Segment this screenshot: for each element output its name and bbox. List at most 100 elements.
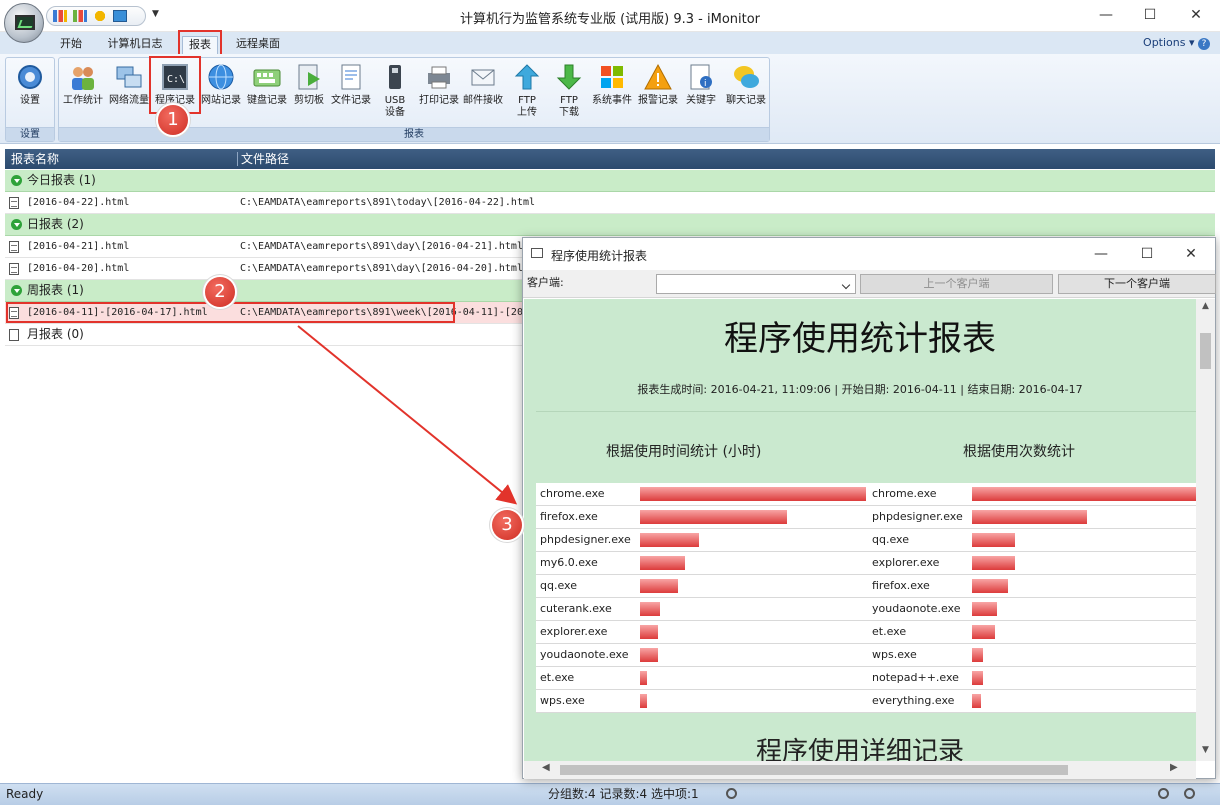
keyboard-icon bbox=[253, 69, 281, 87]
report-content[interactable]: 程序使用统计报表 报表生成时间: 2016-04-21, 11:09:06 | … bbox=[524, 299, 1196, 761]
popup-close-button[interactable]: ✕ bbox=[1169, 243, 1213, 265]
print-records-button[interactable]: 打印记录 bbox=[417, 62, 461, 107]
time-chart-heading: 根据使用时间统计 (小时) bbox=[606, 444, 762, 460]
options-menu[interactable]: Options ▾ ? bbox=[1143, 36, 1210, 50]
users-icon bbox=[72, 67, 94, 90]
file-records-label: 文件记录 bbox=[331, 95, 371, 106]
app-menu-button[interactable] bbox=[4, 3, 44, 43]
website-records-button[interactable]: 网站记录 bbox=[199, 62, 243, 107]
chart-row: firefox.exe bbox=[868, 575, 1196, 598]
chart-category-label: explorer.exe bbox=[872, 556, 940, 569]
chart-bar bbox=[640, 487, 866, 501]
chart-row: et.exe bbox=[536, 667, 869, 690]
chart-bar bbox=[972, 533, 1015, 547]
chart-bar bbox=[640, 579, 678, 593]
alarm-records-button[interactable]: 报警记录 bbox=[635, 62, 681, 107]
file-records-button[interactable]: 文件记录 bbox=[329, 62, 373, 107]
title-bar: ▼ 计算机行为监管系统专业版 (试用版) 9.3 - iMonitor — ☐ … bbox=[0, 0, 1220, 32]
close-button[interactable]: ✕ bbox=[1173, 4, 1219, 26]
chart-row: explorer.exe bbox=[868, 552, 1196, 575]
tab-remote-desktop[interactable]: 远程桌面 bbox=[230, 36, 286, 54]
minimize-button[interactable]: — bbox=[1083, 4, 1129, 26]
report-window-title-bar: 程序使用统计报表 — ☐ ✕ bbox=[523, 238, 1215, 270]
network-traffic-button[interactable]: 网络流量 bbox=[107, 62, 151, 107]
collapse-icon[interactable] bbox=[11, 219, 22, 230]
chat-bubble-icon bbox=[734, 66, 759, 88]
gear-icon bbox=[18, 65, 42, 89]
chart-category-label: my6.0.exe bbox=[540, 556, 598, 569]
prev-client-button[interactable]: 上一个客户端 bbox=[860, 274, 1053, 294]
scroll-right-icon[interactable]: ▶ bbox=[1170, 762, 1178, 773]
chart-category-label: et.exe bbox=[540, 671, 575, 684]
clipboard-button[interactable]: 剪切板 bbox=[287, 62, 331, 107]
scroll-left-icon[interactable]: ◀ bbox=[542, 762, 550, 773]
chart-bar bbox=[972, 694, 981, 708]
report-toolbar: 客户端: 上一个客户端 下一个客户端 bbox=[523, 270, 1216, 298]
divider bbox=[536, 411, 1196, 412]
ftp-download-button[interactable]: FTP 下载 bbox=[551, 62, 587, 119]
help-icon[interactable]: ? bbox=[1198, 38, 1210, 50]
usb-device-button[interactable]: USB 设备 bbox=[375, 62, 415, 119]
chart-bar bbox=[972, 648, 983, 662]
clipboard-icon bbox=[298, 64, 320, 90]
count-chart-heading: 根据使用次数统计 bbox=[963, 444, 1075, 460]
chart-row: wps.exe bbox=[536, 690, 869, 713]
system-events-button[interactable]: 系统事件 bbox=[589, 62, 635, 107]
table-row[interactable]: [2016-04-22].html C:\EAMDATA\eamreports\… bbox=[5, 192, 1215, 214]
chat-records-button[interactable]: 聊天记录 bbox=[723, 62, 769, 107]
vertical-scrollbar[interactable]: ▲ ▼ bbox=[1196, 299, 1215, 761]
scroll-up-icon[interactable]: ▲ bbox=[1196, 301, 1215, 311]
zoom-in-icon[interactable] bbox=[1184, 788, 1195, 799]
popup-maximize-button[interactable]: ☐ bbox=[1125, 243, 1169, 265]
column-separator[interactable] bbox=[237, 152, 238, 166]
search-icon[interactable] bbox=[726, 788, 737, 799]
status-stats: 分组数:4 记录数:4 选中项:1 bbox=[548, 787, 699, 801]
work-stats-button[interactable]: 工作统计 bbox=[61, 62, 105, 107]
settings-button[interactable]: 设置 bbox=[10, 62, 50, 107]
chart-bar bbox=[972, 510, 1087, 524]
settings-group: 设置 设置 bbox=[5, 57, 55, 142]
detail-title: 程序使用详细记录 bbox=[755, 737, 964, 761]
keyboard-records-button[interactable]: 键盘记录 bbox=[245, 62, 289, 107]
collapse-icon[interactable] bbox=[11, 285, 22, 296]
chart-category-label: qq.exe bbox=[540, 579, 577, 592]
chart-row: qq.exe bbox=[536, 575, 869, 598]
report-name: [2016-04-20].html bbox=[27, 263, 130, 274]
scroll-thumb[interactable] bbox=[1200, 333, 1211, 369]
client-select[interactable] bbox=[656, 274, 856, 294]
group-today[interactable]: 今日报表 (1) bbox=[5, 170, 1215, 192]
horizontal-scrollbar[interactable]: ◀ ▶ bbox=[524, 761, 1196, 779]
tab-start[interactable]: 开始 bbox=[54, 36, 88, 54]
mail-receive-button[interactable]: 邮件接收 bbox=[461, 62, 505, 107]
column-file-path[interactable]: 文件路径 bbox=[241, 149, 289, 169]
document-icon bbox=[9, 197, 19, 209]
chart-bar bbox=[972, 556, 1015, 570]
clipboard-label: 剪切板 bbox=[294, 95, 324, 106]
next-client-button[interactable]: 下一个客户端 bbox=[1058, 274, 1216, 294]
column-report-name[interactable]: 报表名称 bbox=[11, 149, 59, 169]
report-path: C:\EAMDATA\eamreports\891\day\[2016-04-2… bbox=[240, 241, 523, 252]
maximize-button[interactable]: ☐ bbox=[1127, 4, 1173, 26]
ftp-upload-button[interactable]: FTP 上传 bbox=[509, 62, 545, 119]
collapse-icon[interactable] bbox=[11, 175, 22, 186]
hscroll-thumb[interactable] bbox=[560, 765, 1068, 775]
document-icon bbox=[9, 263, 19, 275]
chart-category-label: everything.exe bbox=[872, 694, 955, 707]
chart-category-label: notepad++.exe bbox=[872, 671, 959, 684]
report-path: C:\EAMDATA\eamreports\891\day\[2016-04-2… bbox=[240, 263, 523, 274]
zoom-out-icon[interactable] bbox=[1158, 788, 1169, 799]
network-icon bbox=[116, 66, 142, 88]
scroll-down-icon[interactable]: ▼ bbox=[1196, 745, 1215, 755]
chart-row: youdaonote.exe bbox=[868, 598, 1196, 621]
chart-category-label: firefox.exe bbox=[872, 579, 930, 592]
tab-computer-log[interactable]: 计算机日志 bbox=[102, 36, 168, 54]
usb-icon bbox=[389, 65, 401, 89]
chart-row: chrome.exe bbox=[868, 483, 1196, 506]
chart-bar bbox=[640, 602, 660, 616]
popup-minimize-button[interactable]: — bbox=[1079, 243, 1123, 265]
group-daily[interactable]: 日报表 (2) bbox=[5, 214, 1215, 236]
chart-row: my6.0.exe bbox=[536, 552, 869, 575]
ftp-upload-label-1: FTP bbox=[518, 95, 536, 106]
keyword-button[interactable]: i 关键字 bbox=[681, 62, 721, 107]
report-name: [2016-04-22].html bbox=[27, 197, 130, 208]
